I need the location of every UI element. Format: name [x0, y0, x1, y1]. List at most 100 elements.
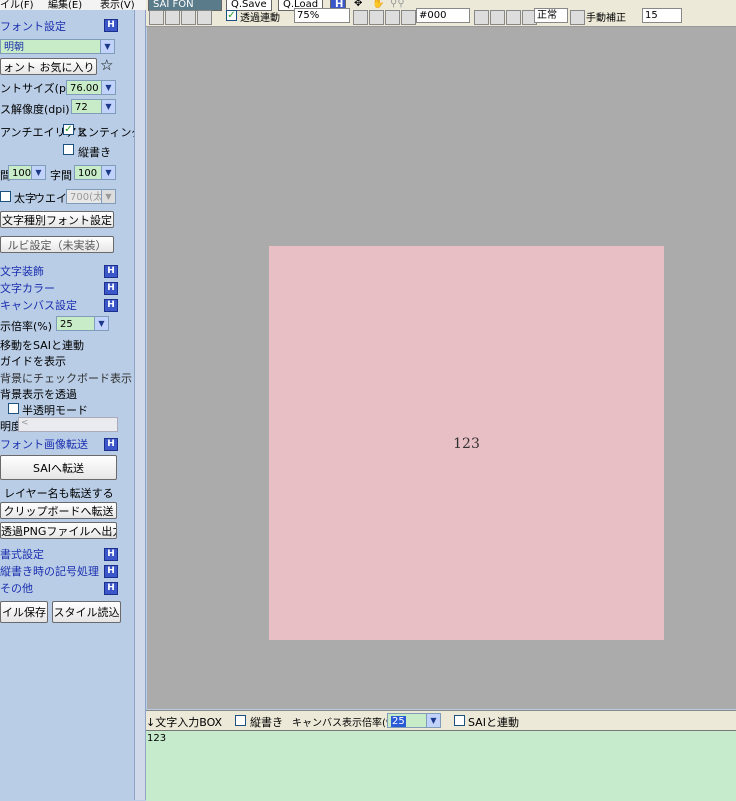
line-spacing-select[interactable]: 100 ▼	[8, 165, 46, 180]
tool-button-1[interactable]	[149, 10, 164, 25]
color-field[interactable]: #000	[416, 8, 470, 23]
tool-button-2[interactable]	[165, 10, 180, 25]
hand-icon[interactable]: ✋	[368, 0, 388, 9]
section-other[interactable]: その他	[0, 580, 33, 596]
zoom-label: 示倍率(%)	[0, 320, 53, 333]
style-load-button[interactable]: スタイル読込	[52, 601, 121, 623]
line-spacing-value: 100	[12, 168, 32, 179]
tool-button-13[interactable]	[570, 10, 585, 25]
chevron-down-icon: ▼	[101, 81, 115, 94]
vertical-label: 縦書き	[78, 146, 111, 159]
chevron-down-icon: ▼	[101, 100, 115, 113]
menu-file[interactable]: イル(F)	[0, 0, 34, 10]
tool-button-7[interactable]	[385, 10, 400, 25]
antialias-label: アンチエイリアス	[0, 126, 88, 139]
image-transfer-help[interactable]: H	[104, 438, 118, 451]
settings-panel: フォント設定 H 明朝 ▼ ォント お気に入りリスト ☆ ントサイズ(pt) 76…	[0, 10, 142, 800]
text-input-box[interactable]: 123	[146, 730, 736, 801]
mode-select[interactable]: 正常	[534, 8, 568, 23]
top-toolbar: SAI FON Q.Save Q.Load H ✥ ✋ ⚲⚲ ✓ 透過連動 75…	[146, 0, 736, 27]
transparent-link-checkbox[interactable]: ✓	[226, 10, 237, 21]
section-text-color[interactable]: 文字カラー	[0, 280, 55, 296]
show-guide-option[interactable]: ガイドを表示	[0, 353, 66, 369]
input-box-bar: ↓文字入力BOX 縦書き キャンバス表示倍率(%) 25 ▼ SAIと連動	[146, 710, 736, 731]
panel-scrollbar[interactable]	[134, 10, 146, 800]
hand-fix-field[interactable]: 15	[642, 8, 682, 23]
canvas-zoom-select[interactable]: 25 ▼	[387, 713, 441, 728]
font-name-select[interactable]: 明朝 ▼	[0, 39, 115, 54]
font-size-label: ントサイズ(pt)	[0, 82, 75, 95]
bold-label: 太字	[14, 192, 36, 205]
semi-transparent-checkbox[interactable]	[8, 403, 19, 414]
hinting-label: ヒンティング	[77, 126, 143, 139]
bottom-vertical-label: 縦書き	[250, 716, 283, 729]
chevron-left-icon[interactable]: <	[21, 418, 29, 428]
tool-button-5[interactable]	[353, 10, 368, 25]
char-spacing-value: 100	[78, 168, 98, 179]
weight-select[interactable]: 700(太 ▼	[66, 189, 116, 204]
bottom-vertical-checkbox[interactable]	[235, 715, 246, 726]
char-type-font-button[interactable]: 文字種別フォント設定	[0, 211, 114, 228]
text-decoration-help[interactable]: H	[104, 265, 118, 278]
opacity-slider[interactable]: <	[18, 417, 118, 432]
menu-bar: イル(F) 編集(E) 表示(V)	[0, 0, 146, 10]
resolution-select[interactable]: 72 ▼	[71, 99, 116, 114]
semi-transparent-label: 半透明モード	[22, 404, 88, 417]
clipboard-transfer-button[interactable]: クリップボードへ転送	[0, 502, 117, 519]
sai-link-checkbox[interactable]	[454, 715, 465, 726]
menu-view[interactable]: 表示(V)	[100, 0, 135, 10]
star-icon[interactable]: ☆	[100, 56, 113, 74]
format-settings-help[interactable]: H	[104, 548, 118, 561]
transparent-link-label: 透過連動	[240, 13, 280, 24]
tool-button-11[interactable]	[506, 10, 521, 25]
chevron-down-icon: ▼	[94, 317, 108, 330]
bold-checkbox[interactable]	[0, 191, 11, 202]
artboard[interactable]: 123	[269, 246, 664, 640]
font-size-select[interactable]: 76.00 ▼	[66, 80, 116, 95]
style-save-button[interactable]: イル保存	[0, 601, 48, 623]
hand-fix-label: 手動補正	[586, 13, 626, 24]
ruby-settings-button[interactable]: ルビ設定（未実装）	[0, 236, 114, 253]
section-vertical-symbols[interactable]: 縦書き時の記号処理	[0, 563, 99, 579]
sai-transfer-button[interactable]: SAIへ転送	[0, 455, 117, 480]
tool-button-4[interactable]	[197, 10, 212, 25]
tool-button-9[interactable]	[474, 10, 489, 25]
zoom-icon[interactable]: ⚲⚲	[386, 0, 418, 9]
sai-link-label: SAIと連動	[468, 716, 519, 729]
chevron-down-icon: ▼	[426, 714, 440, 727]
hinting-checkbox[interactable]: ✓	[63, 124, 74, 135]
char-spacing-label: 字間	[50, 169, 72, 182]
layer-name-transfer-option[interactable]: レイヤー名も転送する	[4, 485, 114, 501]
move-icon[interactable]: ✥	[350, 0, 370, 9]
resolution-label: ス解像度(dpi)	[0, 103, 70, 116]
tool-button-6[interactable]	[369, 10, 384, 25]
menu-edit[interactable]: 編集(E)	[48, 0, 82, 10]
text-color-help[interactable]: H	[104, 282, 118, 295]
section-canvas-settings[interactable]: キャンバス設定	[0, 297, 77, 313]
bg-transparent-option[interactable]: 背景表示を透過	[0, 386, 77, 402]
char-spacing-select[interactable]: 100 ▼	[74, 165, 116, 180]
section-font-settings[interactable]: フォント設定	[0, 18, 66, 34]
zoom-select[interactable]: 25 ▼	[56, 316, 109, 331]
vertical-checkbox[interactable]	[63, 144, 74, 155]
other-help[interactable]: H	[104, 582, 118, 595]
tool-button-3[interactable]	[181, 10, 196, 25]
checkerboard-option[interactable]: 背景にチェックボード表示	[0, 370, 132, 386]
move-link-option[interactable]: 移動をSAIと連動	[0, 337, 84, 353]
weight-value: 700(太	[70, 192, 103, 203]
vertical-symbols-help[interactable]: H	[104, 565, 118, 578]
canvas-settings-help[interactable]: H	[104, 299, 118, 312]
section-text-decoration[interactable]: 文字装飾	[0, 263, 44, 279]
tool-button-10[interactable]	[490, 10, 505, 25]
font-favorites-button[interactable]: ォント お気に入りリスト	[0, 58, 97, 75]
png-export-button[interactable]: 透過PNGファイルへ出力	[0, 522, 117, 539]
chevron-down-icon: ▼	[31, 166, 45, 179]
tool-button-8[interactable]	[401, 10, 416, 25]
font-size-value: 76.00	[70, 83, 99, 94]
text-input-content[interactable]: 123	[147, 733, 166, 744]
font-settings-help[interactable]: H	[104, 19, 118, 32]
zoom-select[interactable]: 75%	[294, 8, 350, 23]
section-format-settings[interactable]: 書式設定	[0, 546, 44, 562]
resolution-value: 72	[75, 102, 88, 113]
section-image-transfer[interactable]: フォント画像転送	[0, 436, 88, 452]
